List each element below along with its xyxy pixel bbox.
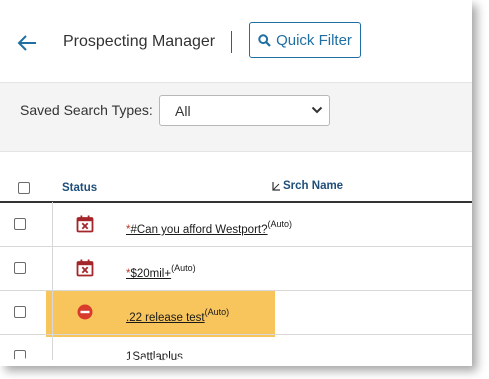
column-divider (52, 202, 53, 246)
search-name: *#Can you afford Westport?(Auto) (126, 219, 292, 236)
column-divider (52, 246, 53, 290)
calendar-x-icon (76, 259, 94, 277)
saved-search-types-select[interactable]: All (159, 95, 330, 126)
search-name-text: #Can you afford Westport? (130, 224, 268, 236)
auto-tag: (Auto) (204, 307, 230, 317)
search-name: .22 release test(Auto) (126, 307, 229, 324)
filter-bar: Saved Search Types: All (0, 83, 472, 152)
column-header-srch-name-label: Srch Name (283, 180, 344, 192)
chevron-down-icon (311, 106, 323, 114)
search-name: 1Sattlaplus (126, 351, 183, 363)
saved-search-types-value: All (175, 103, 191, 119)
search-name-link[interactable]: 1Sattlaplus (126, 351, 183, 363)
arrow-left-icon (17, 35, 36, 51)
table-row[interactable]: *$20mil+(Auto) (0, 246, 472, 291)
back-button[interactable] (14, 30, 40, 56)
calendar-x-icon (76, 215, 94, 233)
column-header-status[interactable]: Status (62, 182, 97, 194)
no-entry-icon (77, 304, 93, 320)
table-header: Status Srch Name (0, 175, 472, 203)
select-all-checkbox[interactable] (18, 182, 30, 194)
quick-filter-button[interactable]: Quick Filter (249, 22, 361, 58)
header-divider (231, 31, 232, 53)
table-row[interactable]: 1Sattlaplus (0, 334, 472, 366)
prospecting-manager-panel: Prospecting Manager Quick Filter Saved S… (0, 0, 472, 366)
search-name-link[interactable]: .22 release test (126, 312, 205, 324)
saved-search-types-label: Saved Search Types: (20, 102, 153, 118)
page-title: Prospecting Manager (63, 33, 216, 50)
quick-filter-label: Quick Filter (276, 31, 352, 49)
column-header-srch-name[interactable]: Srch Name (272, 180, 343, 192)
auto-tag: (Auto) (171, 263, 196, 273)
row-checkbox[interactable] (14, 306, 26, 318)
search-name-text: $20mil+ (130, 268, 172, 280)
sort-icon (272, 182, 280, 191)
search-name-text: .22 release test (126, 312, 205, 324)
search-icon (258, 33, 271, 47)
search-name-link[interactable]: *$20mil+ (126, 268, 171, 280)
row-checkbox[interactable] (14, 262, 26, 274)
search-name-link[interactable]: *#Can you afford Westport? (126, 224, 268, 236)
table-row[interactable]: *#Can you afford Westport?(Auto) (0, 202, 472, 247)
column-divider (52, 334, 53, 366)
row-checkbox[interactable] (14, 218, 26, 230)
search-name: *$20mil+(Auto) (126, 263, 196, 280)
auto-tag: (Auto) (267, 219, 293, 229)
row-checkbox[interactable] (14, 350, 26, 362)
search-name-text: 1Sattlaplus (126, 351, 183, 363)
column-divider (52, 290, 53, 334)
page-header: Prospecting Manager Quick Filter (0, 0, 472, 83)
table-row[interactable]: .22 release test(Auto) (0, 290, 472, 335)
